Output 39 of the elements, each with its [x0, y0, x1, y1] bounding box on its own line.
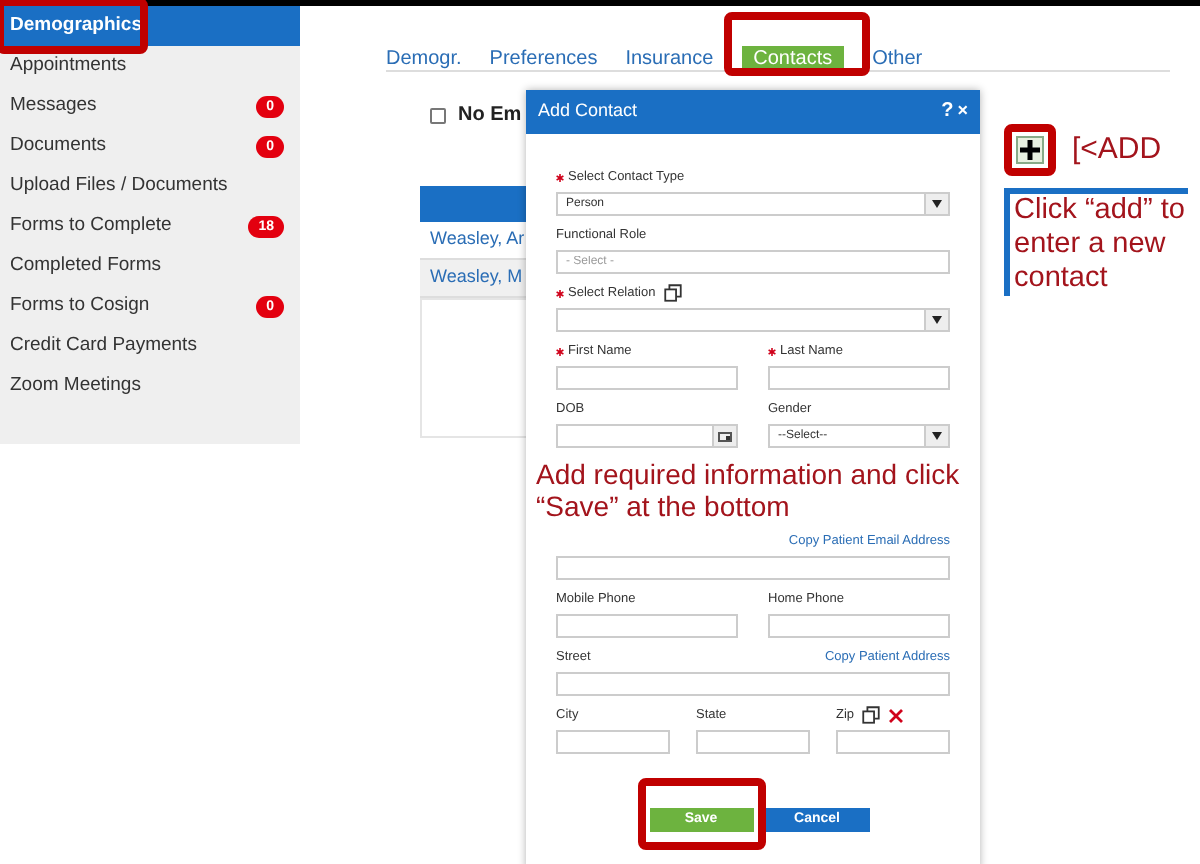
select-field[interactable]	[556, 308, 950, 332]
close-button[interactable]: ×	[957, 102, 968, 118]
checkbox-label: No Em	[458, 102, 522, 130]
input-field[interactable]	[696, 730, 810, 754]
caret-icon	[932, 200, 942, 208]
table-cell: Weasley, M	[420, 260, 528, 298]
help-button[interactable]: ?	[941, 102, 954, 122]
input-field[interactable]	[556, 366, 738, 390]
input-field[interactable]	[836, 730, 950, 754]
tab[interactable]: Preferences	[489, 45, 598, 73]
sidebar-item[interactable]: Zoom Meetings	[0, 366, 300, 406]
input-field[interactable]	[556, 614, 738, 638]
close-icon[interactable]	[888, 707, 905, 723]
date-field[interactable]	[556, 424, 738, 448]
callout-text: Click “add” to enter a new contact	[1014, 194, 1187, 296]
copy-icon[interactable]	[663, 284, 682, 302]
instruction-text: Add required information and click “Save” at the bottom	[536, 458, 962, 522]
calendar-icon[interactable]	[718, 431, 732, 441]
tab[interactable]: Insurance	[625, 45, 714, 73]
sidebar-item[interactable]: Credit Card Payments	[0, 326, 300, 366]
input-field[interactable]	[768, 366, 950, 390]
plus-icon	[1020, 140, 1040, 160]
copy-icon[interactable]	[862, 706, 881, 724]
input-field[interactable]	[556, 672, 950, 696]
input-field[interactable]	[556, 556, 950, 580]
input-field[interactable]	[556, 730, 670, 754]
dialog-title: Add Contact	[538, 98, 638, 125]
caret-icon	[932, 432, 942, 440]
callout-text: [<ADD	[1072, 129, 1162, 170]
input-field[interactable]	[768, 614, 950, 638]
checkbox[interactable]	[430, 107, 446, 123]
add-button[interactable]	[1016, 136, 1044, 164]
sidebar-item[interactable]: Upload Files / Documents	[0, 166, 300, 206]
sidebar-item[interactable]: Appointments	[0, 46, 300, 86]
caret-icon	[932, 316, 942, 324]
table-header	[420, 186, 528, 222]
tab[interactable]: Other	[872, 45, 923, 73]
sidebar-item[interactable]: Completed Forms	[0, 246, 300, 286]
tab[interactable]: Demogr.	[386, 45, 462, 73]
